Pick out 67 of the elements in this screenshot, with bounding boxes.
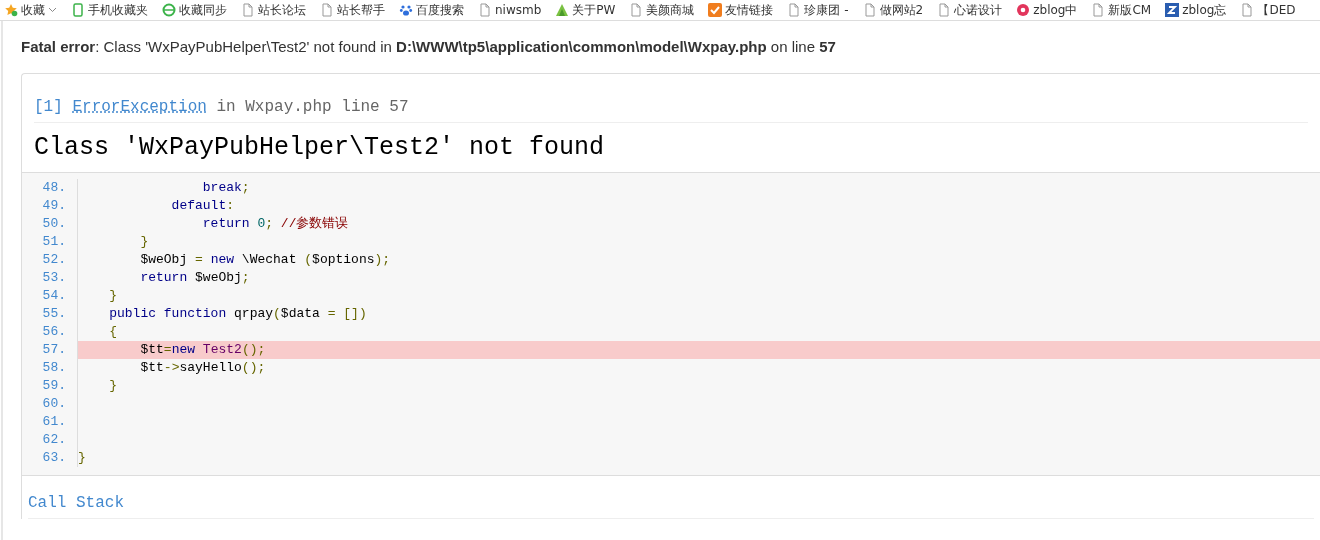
bookmark-link[interactable]: 友情链接 xyxy=(708,1,774,19)
line-number: 60. xyxy=(22,395,78,413)
bookmark-link[interactable]: 收藏 xyxy=(4,1,57,19)
exception-index: [1] xyxy=(34,98,63,116)
bookmark-link[interactable]: 关于PW xyxy=(555,1,616,19)
page-icon xyxy=(1091,3,1106,17)
bookmark-link[interactable]: 收藏同步 xyxy=(162,1,227,19)
bookmark-link[interactable]: zblog中 xyxy=(1016,1,1078,19)
code-line: } xyxy=(108,287,118,305)
page-icon xyxy=(937,3,952,17)
bookmark-link[interactable]: 手机收藏夹 xyxy=(71,1,148,19)
bookmark-link[interactable]: 百度搜索 xyxy=(399,1,464,19)
code-line: return $weObj; xyxy=(139,269,251,287)
line-number: 51. xyxy=(22,233,78,251)
line-number: 48. xyxy=(22,179,78,197)
line-number: 55. xyxy=(22,305,78,323)
star-icon xyxy=(4,3,18,17)
line-number: 58. xyxy=(22,359,78,377)
code-line: } xyxy=(78,449,87,467)
leaf-icon xyxy=(555,3,570,17)
paw-icon xyxy=(399,3,413,17)
code-line: break; xyxy=(201,179,251,197)
bookmark-link[interactable]: 珍康团 - xyxy=(787,1,849,19)
line-number: 59. xyxy=(22,377,78,395)
line-number: 61. xyxy=(22,413,78,431)
exception-type-link[interactable]: ErrorException xyxy=(72,98,207,116)
bookmark-link[interactable]: 心诺设计 xyxy=(937,1,1003,19)
page-icon xyxy=(241,3,255,17)
bookmark-link[interactable]: 【DED xyxy=(1240,1,1296,19)
line-number: 52. xyxy=(22,251,78,269)
line-number: 56. xyxy=(22,323,78,341)
page-icon xyxy=(629,3,644,17)
bookmark-link[interactable]: zblog忘 xyxy=(1165,1,1227,19)
code-line: default: xyxy=(170,197,236,215)
phone-icon xyxy=(71,3,85,17)
page-icon xyxy=(1240,3,1255,17)
code-line: } xyxy=(108,377,118,395)
bookmark-link[interactable]: 新版CM xyxy=(1091,1,1152,19)
bookmark-link[interactable]: niwsmb xyxy=(478,3,542,17)
page-icon xyxy=(320,3,334,17)
page-icon xyxy=(478,3,492,17)
check-icon xyxy=(708,3,723,17)
line-number: 50. xyxy=(22,215,78,233)
bookmark-link[interactable]: 做网站2 xyxy=(862,1,924,19)
letter-tile-icon xyxy=(1165,3,1180,17)
exception-location: in Wxpay.php line 57 xyxy=(216,98,409,116)
bookmark-link[interactable]: 站长帮手 xyxy=(320,1,385,19)
code-line: $tt->sayHello(); xyxy=(139,359,267,377)
code-line: $weObj = new \Wechat ($options); xyxy=(139,251,392,269)
code-line: { xyxy=(108,323,118,341)
line-number: 63. xyxy=(22,449,78,467)
exception-message: Class 'WxPayPubHelper\Test2' not found xyxy=(34,132,606,164)
page-icon xyxy=(862,3,877,17)
line-number: 62. xyxy=(22,431,78,449)
line-number: 49. xyxy=(22,197,78,215)
fatal-error-message: Fatal error: Class 'WxPayPubHelper\Test2' not found in D:\WWW\tp5\application\common\model\Wxpay.php on line 57 xyxy=(21,37,837,57)
code-line: public function qrpay($data = []) xyxy=(108,305,368,323)
code-line: return 0; //参数错误 xyxy=(201,215,350,233)
bookmark-link[interactable]: 美颜商城 xyxy=(629,1,695,19)
line-number: 54. xyxy=(22,287,78,305)
line-number: 53. xyxy=(22,269,78,287)
page-icon xyxy=(787,3,802,17)
flower-icon xyxy=(1016,3,1031,17)
bookmark-link[interactable]: 站长论坛 xyxy=(241,1,306,19)
call-stack-heading: Call Stack xyxy=(28,494,1314,519)
globe-icon xyxy=(162,3,176,17)
code-line: } xyxy=(139,233,150,251)
